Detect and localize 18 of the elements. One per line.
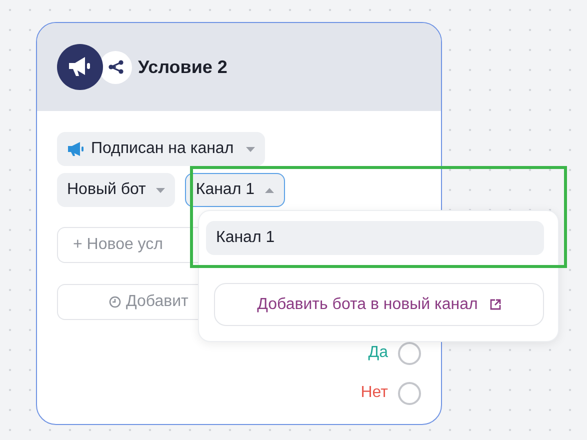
output-label: Нет [360, 383, 388, 403]
radio-button[interactable] [398, 382, 421, 404]
output-label: Да [368, 343, 388, 363]
add-channel-button[interactable]: Добавить бота в новый канал [214, 283, 544, 326]
bot-select[interactable]: Новый бот [57, 173, 175, 207]
condition-select[interactable]: Подписан на канал [57, 132, 265, 166]
caret-icon [156, 188, 165, 192]
node-title: Условие 2 [138, 56, 228, 78]
radio-button[interactable] [398, 342, 421, 364]
dropdown-option[interactable]: Канал 1 [206, 221, 544, 255]
caret-icon [246, 146, 255, 152]
external-link-icon [490, 299, 501, 310]
caret-icon [264, 188, 274, 192]
megaphone-icon [67, 141, 85, 157]
clock-icon [109, 296, 121, 308]
share-icon [99, 50, 132, 84]
channel-select[interactable]: Канал 1 [184, 173, 285, 207]
megaphone-icon [57, 44, 103, 90]
